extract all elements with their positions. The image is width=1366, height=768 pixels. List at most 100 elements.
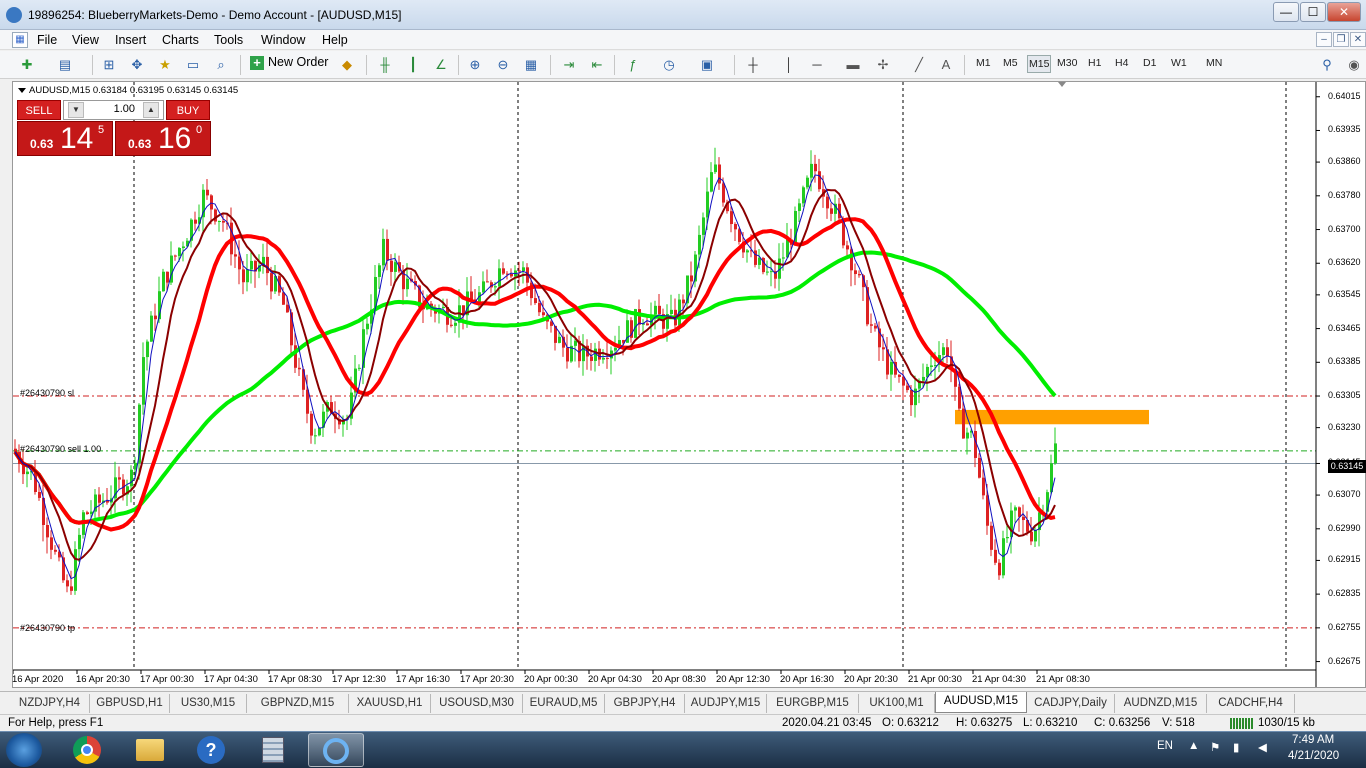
- language-indicator[interactable]: EN: [1157, 740, 1173, 752]
- vertical-line-icon[interactable]: │: [780, 56, 798, 74]
- chart-tab[interactable]: US30,M15: [170, 694, 247, 713]
- calculator-taskbar-button[interactable]: [246, 733, 302, 767]
- candle-body: [606, 357, 609, 359]
- crosshair-icon[interactable]: ┼: [744, 56, 762, 74]
- explorer-taskbar-button[interactable]: [122, 733, 178, 767]
- volume-up-icon[interactable]: ▲: [143, 102, 159, 118]
- shapes-icon[interactable]: ✢: [874, 56, 892, 74]
- data-window-icon[interactable]: ★: [156, 56, 174, 74]
- navigator-icon[interactable]: ✥: [128, 56, 146, 74]
- collapse-triangle-icon[interactable]: [18, 88, 26, 93]
- sell-button[interactable]: SELL: [17, 100, 61, 120]
- autotrading-icon[interactable]: ◆: [338, 56, 356, 74]
- network-icon[interactable]: ▮: [1233, 740, 1239, 754]
- menu-charts[interactable]: Charts: [162, 33, 199, 47]
- bar-chart-icon[interactable]: ╫: [376, 56, 394, 74]
- search-icon[interactable]: ⚲: [1318, 56, 1336, 74]
- help-taskbar-button[interactable]: ?: [184, 733, 240, 767]
- profiles-icon[interactable]: ▤: [56, 56, 74, 74]
- text-label-icon[interactable]: A: [937, 56, 955, 74]
- timeframe-h4[interactable]: H4: [1115, 57, 1128, 69]
- buy-price-button[interactable]: 0.63 16 0: [115, 121, 211, 156]
- timeframe-mn[interactable]: MN: [1206, 57, 1222, 69]
- chart-tab[interactable]: AUDNZD,M15: [1115, 694, 1207, 713]
- menu-insert[interactable]: Insert: [115, 33, 146, 47]
- metatrader-taskbar-button[interactable]: [308, 733, 364, 767]
- mdi-restore-button[interactable]: ❐: [1333, 32, 1349, 47]
- candle-body: [946, 347, 949, 357]
- chart-tab[interactable]: AUDUSD,M15: [935, 692, 1027, 713]
- chart-tab[interactable]: GBPJPY,H4: [605, 694, 685, 713]
- timeframe-m15[interactable]: M15: [1027, 55, 1052, 73]
- menu-window[interactable]: Window: [261, 33, 305, 47]
- volume-field[interactable]: ▼ 1.00 ▲: [63, 100, 164, 120]
- timeframe-w1[interactable]: W1: [1171, 57, 1187, 69]
- zoom-in-icon[interactable]: ⊕: [466, 56, 484, 74]
- menu-view[interactable]: View: [72, 33, 99, 47]
- flag-icon[interactable]: ⚑: [1210, 740, 1220, 754]
- one-click-trading-panel: SELL ▼ 1.00 ▲ BUY 0.63 14 5 0.63 16 0: [17, 100, 211, 156]
- clock-date[interactable]: 4/21/2020: [1288, 750, 1339, 762]
- chart-shift-icon[interactable]: ⇤: [588, 56, 606, 74]
- chart-tab[interactable]: CADJPY,Daily: [1027, 694, 1115, 713]
- candle-body: [898, 374, 901, 377]
- chart-tab[interactable]: GBPUSD,H1: [90, 694, 170, 713]
- chart-tab[interactable]: USOUSD,M30: [431, 694, 523, 713]
- sell-price-button[interactable]: 0.63 14 5: [17, 121, 113, 156]
- terminal-icon[interactable]: ▭: [184, 56, 202, 74]
- new-order-button[interactable]: + New Order: [250, 55, 328, 70]
- horizontal-line-icon[interactable]: ─: [808, 56, 826, 74]
- menu-help[interactable]: Help: [322, 33, 348, 47]
- candle-body: [142, 357, 145, 405]
- chat-icon[interactable]: ◉: [1345, 56, 1363, 74]
- volume-down-icon[interactable]: ▼: [68, 102, 84, 118]
- price-chart[interactable]: AUDUSD,M15 0.63184 0.63195 0.63145 0.631…: [12, 81, 1366, 688]
- candle-body: [1014, 507, 1017, 511]
- chart-tab[interactable]: GBPNZD,M15: [247, 694, 349, 713]
- candle-body: [558, 336, 561, 343]
- strategy-tester-icon[interactable]: ⌕: [212, 56, 230, 74]
- volume-value[interactable]: 1.00: [114, 103, 135, 115]
- buy-button[interactable]: BUY: [166, 100, 210, 120]
- start-button[interactable]: [6, 733, 42, 767]
- close-button[interactable]: ✕: [1327, 2, 1361, 22]
- chrome-taskbar-button[interactable]: [60, 733, 116, 767]
- chart-tab[interactable]: AUDJPY,M15: [685, 694, 767, 713]
- line-chart-icon[interactable]: ∠: [432, 56, 450, 74]
- menu-file[interactable]: File: [37, 33, 57, 47]
- tray-expand-icon[interactable]: ▲: [1188, 740, 1199, 752]
- chart-tab[interactable]: NZDJPY,H4: [10, 694, 90, 713]
- menu-tools[interactable]: Tools: [214, 33, 243, 47]
- chart-window-icon[interactable]: ▦: [12, 32, 28, 48]
- maximize-button[interactable]: ☐: [1300, 2, 1326, 22]
- volume-icon[interactable]: ◀: [1258, 740, 1267, 754]
- minimize-button[interactable]: —: [1273, 2, 1299, 22]
- market-watch-icon[interactable]: ⊞: [100, 56, 118, 74]
- candlestick-icon[interactable]: ┃: [404, 56, 422, 74]
- templates-icon[interactable]: ▣: [698, 56, 716, 74]
- timeframe-m30[interactable]: M30: [1057, 57, 1077, 69]
- mdi-close-button[interactable]: ✕: [1350, 32, 1366, 47]
- tile-windows-icon[interactable]: ▦: [522, 56, 540, 74]
- indicators-icon[interactable]: ƒ: [624, 56, 642, 74]
- auto-scroll-icon[interactable]: ⇥: [560, 56, 578, 74]
- trendline-icon[interactable]: ╱: [910, 56, 928, 74]
- new-chart-icon[interactable]: ✚: [18, 56, 36, 74]
- timeframe-m1[interactable]: M1: [976, 57, 991, 69]
- timeframe-d1[interactable]: D1: [1143, 57, 1156, 69]
- chart-tab[interactable]: UK100,M1: [859, 694, 935, 713]
- clock-time[interactable]: 7:49 AM: [1292, 734, 1334, 746]
- mdi-minimize-button[interactable]: –: [1316, 32, 1332, 47]
- candle-body: [386, 238, 389, 261]
- chart-tab[interactable]: CADCHF,H4: [1207, 694, 1295, 713]
- chart-tab[interactable]: XAUUSD,H1: [349, 694, 431, 713]
- price-tick-label: 0.63620: [1328, 257, 1361, 268]
- title-bar[interactable]: 19896254: BlueberryMarkets-Demo - Demo A…: [0, 0, 1366, 30]
- timeframe-m5[interactable]: M5: [1003, 57, 1018, 69]
- timeframe-h1[interactable]: H1: [1088, 57, 1101, 69]
- rectangle-icon[interactable]: ▬: [844, 56, 862, 74]
- periods-icon[interactable]: ◷: [660, 56, 678, 74]
- chart-tab[interactable]: EURGBP,M15: [767, 694, 859, 713]
- zoom-out-icon[interactable]: ⊖: [494, 56, 512, 74]
- chart-tab[interactable]: EURAUD,M5: [523, 694, 605, 713]
